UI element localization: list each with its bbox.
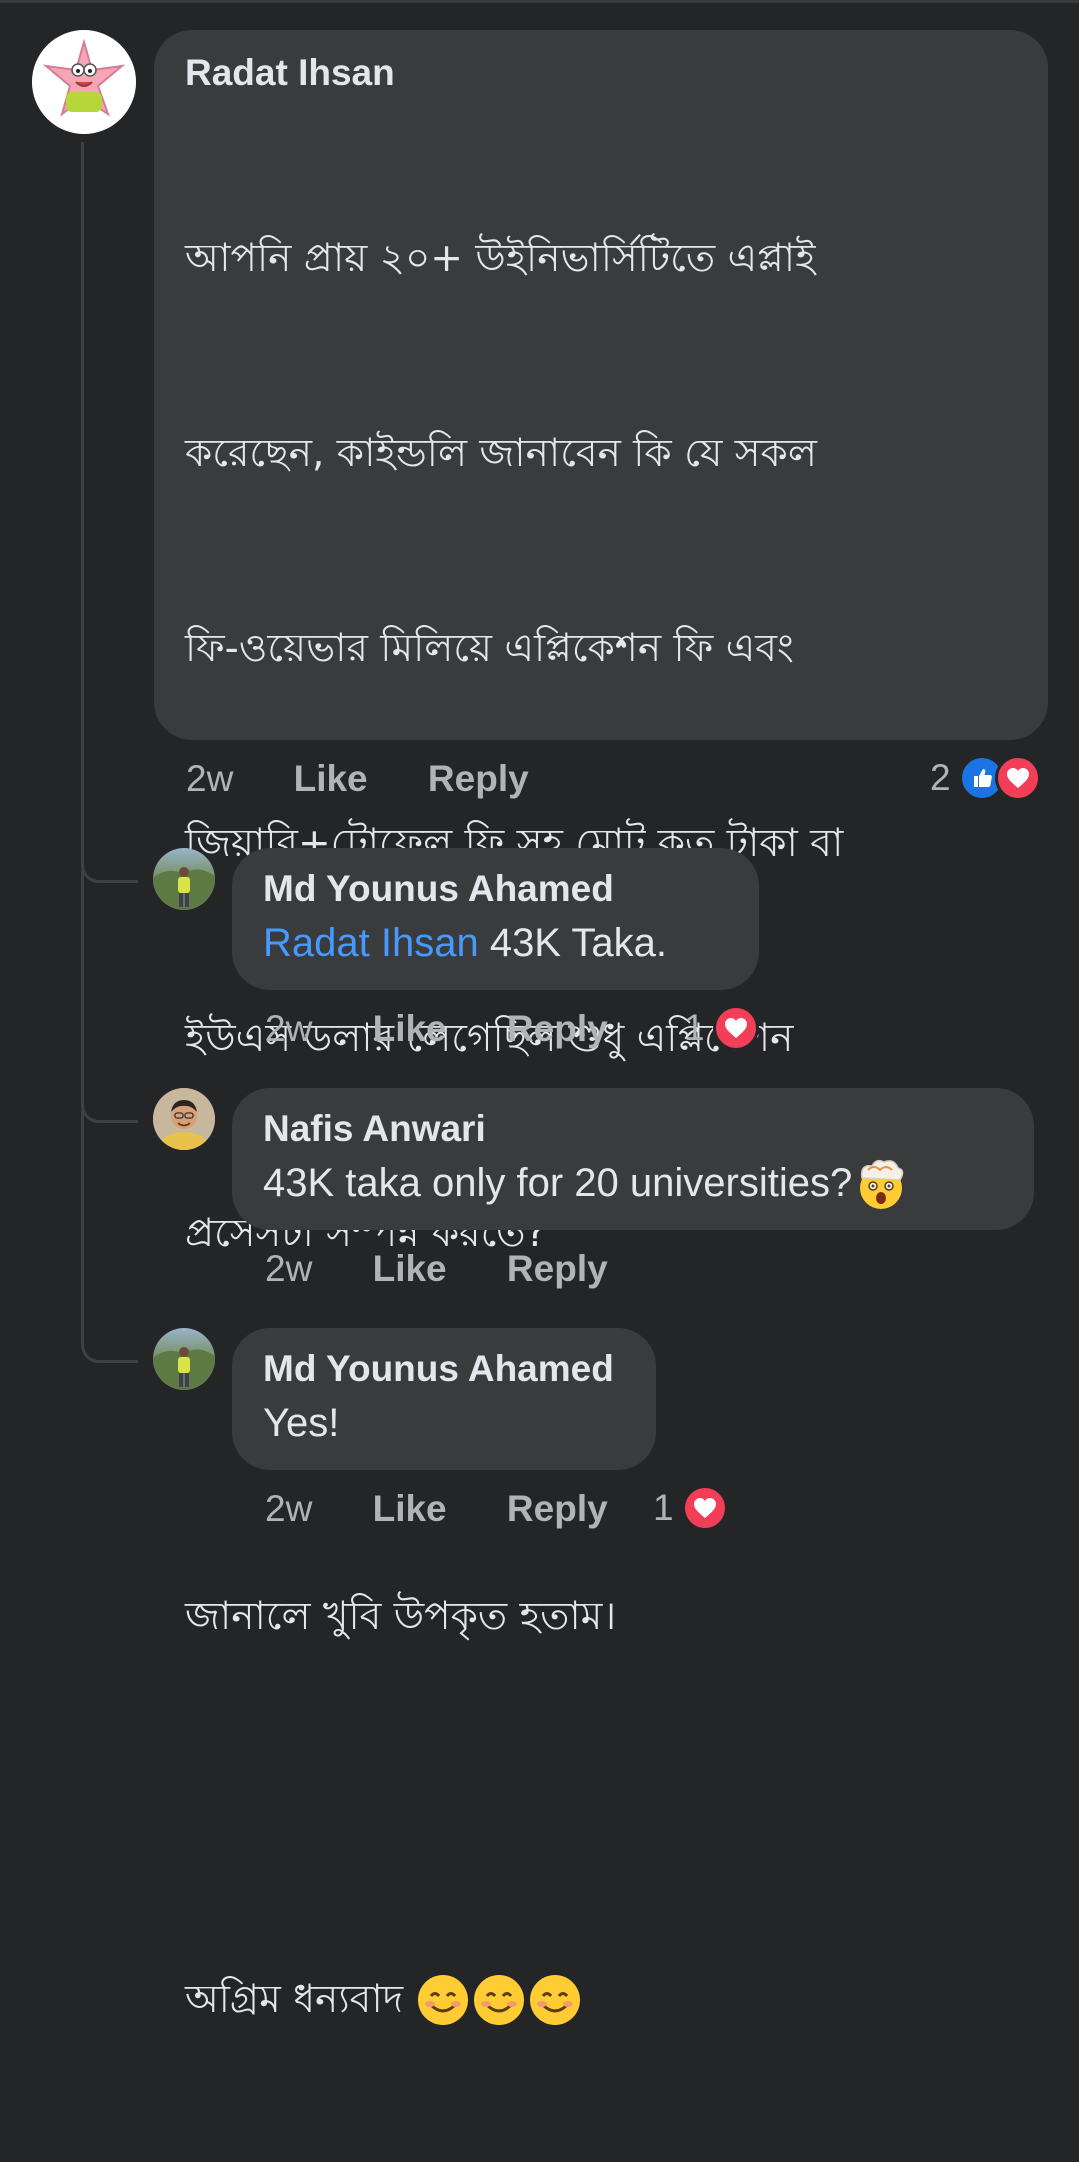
reply-text-content: 43K Taka. bbox=[478, 921, 667, 965]
timestamp[interactable]: 2w bbox=[186, 758, 233, 800]
smiling-face-icon bbox=[418, 1974, 469, 2025]
reaction-summary[interactable]: 2 bbox=[930, 755, 1041, 801]
reply-text: 43K taka only for 20 universities? bbox=[263, 1152, 1004, 1214]
timestamp[interactable]: 2w bbox=[265, 1008, 312, 1050]
heart-reaction-icon bbox=[994, 755, 1041, 801]
like-button[interactable]: Like bbox=[294, 758, 368, 800]
reaction-summary[interactable]: 1 bbox=[653, 1485, 728, 1531]
person-avatar-icon bbox=[153, 867, 215, 910]
comment-line: জানালে খুবি উপকৃত হতাম। bbox=[185, 1594, 617, 1639]
mention-link[interactable]: Radat Ihsan bbox=[263, 921, 479, 965]
emoji-group bbox=[417, 1974, 581, 2026]
reply-author[interactable]: Md Younus Ahamed bbox=[263, 866, 729, 912]
reaction-count: 2 bbox=[930, 757, 951, 798]
comment-bubble: Radat Ihsan আপনি প্রায় ২০+ উইনিভার্সিটি… bbox=[154, 30, 1048, 2025]
like-button[interactable]: Like bbox=[373, 1248, 447, 1290]
like-button[interactable]: Like bbox=[373, 1008, 447, 1050]
reply-author[interactable]: Md Younus Ahamed bbox=[263, 1346, 626, 1392]
avatar[interactable] bbox=[153, 1328, 215, 1390]
heart-reaction-icon bbox=[712, 1005, 759, 1051]
person-avatar-icon bbox=[153, 1347, 215, 1390]
thread-line bbox=[81, 142, 84, 832]
reply-text: Yes! bbox=[263, 1401, 340, 1445]
reply-actions: 2w Like Reply bbox=[265, 1488, 608, 1530]
timestamp[interactable]: 2w bbox=[265, 1248, 312, 1290]
top-divider bbox=[0, 0, 1079, 3]
avatar[interactable] bbox=[153, 848, 215, 910]
avatar[interactable] bbox=[153, 1088, 215, 1150]
reply-connector bbox=[81, 1110, 138, 1363]
comment-actions: 2w Like Reply bbox=[186, 758, 529, 800]
smiling-face-icon bbox=[474, 1974, 525, 2025]
reply-button[interactable]: Reply bbox=[428, 758, 529, 800]
smiling-face-icon bbox=[530, 1974, 581, 2025]
comment-line: করেছেন, কাইন্ডলি জানাবেন কি যে সকল bbox=[185, 431, 817, 476]
reply-button[interactable]: Reply bbox=[507, 1008, 608, 1050]
heart-reaction-icon bbox=[681, 1485, 728, 1531]
reply-author[interactable]: Nafis Anwari bbox=[263, 1106, 1004, 1152]
reply-connector bbox=[81, 870, 138, 1123]
avatar[interactable] bbox=[32, 30, 136, 134]
timestamp[interactable]: 2w bbox=[265, 1488, 312, 1530]
reply-button[interactable]: Reply bbox=[507, 1248, 608, 1290]
reply-actions: 2w Like Reply bbox=[265, 1008, 608, 1050]
exploding-head-icon bbox=[860, 1159, 904, 1209]
comment-author[interactable]: Radat Ihsan bbox=[185, 50, 1018, 96]
reply-bubble: Md Younus Ahamed Yes! bbox=[232, 1328, 656, 1470]
person-avatar-icon bbox=[153, 1088, 215, 1150]
reply-bubble: Nafis Anwari 43K taka only for 20 univer… bbox=[232, 1088, 1034, 1230]
reaction-count: 1 bbox=[684, 1007, 705, 1048]
reply-bubble: Md Younus Ahamed Radat Ihsan 43K Taka. bbox=[232, 848, 759, 990]
reply-text: Radat Ihsan 43K Taka. bbox=[263, 912, 729, 974]
starfish-avatar-icon bbox=[32, 30, 136, 134]
comment-line: আপনি প্রায় ২০+ উইনিভার্সিটিতে এপ্লাই bbox=[185, 236, 816, 281]
reaction-summary[interactable]: 1 bbox=[684, 1005, 759, 1051]
comment-line: অগ্রিম ধন্যবাদ bbox=[185, 1977, 404, 2022]
reply-text-content: 43K taka only for 20 universities? bbox=[263, 1161, 853, 1205]
comment-line: ফি-ওয়েভার মিলিয়ে এপ্লিকেশন ফি এবং bbox=[185, 626, 794, 671]
reaction-count: 1 bbox=[653, 1487, 674, 1528]
like-button[interactable]: Like bbox=[373, 1488, 447, 1530]
reply-actions: 2w Like Reply bbox=[265, 1248, 608, 1290]
reply-button[interactable]: Reply bbox=[507, 1488, 608, 1530]
